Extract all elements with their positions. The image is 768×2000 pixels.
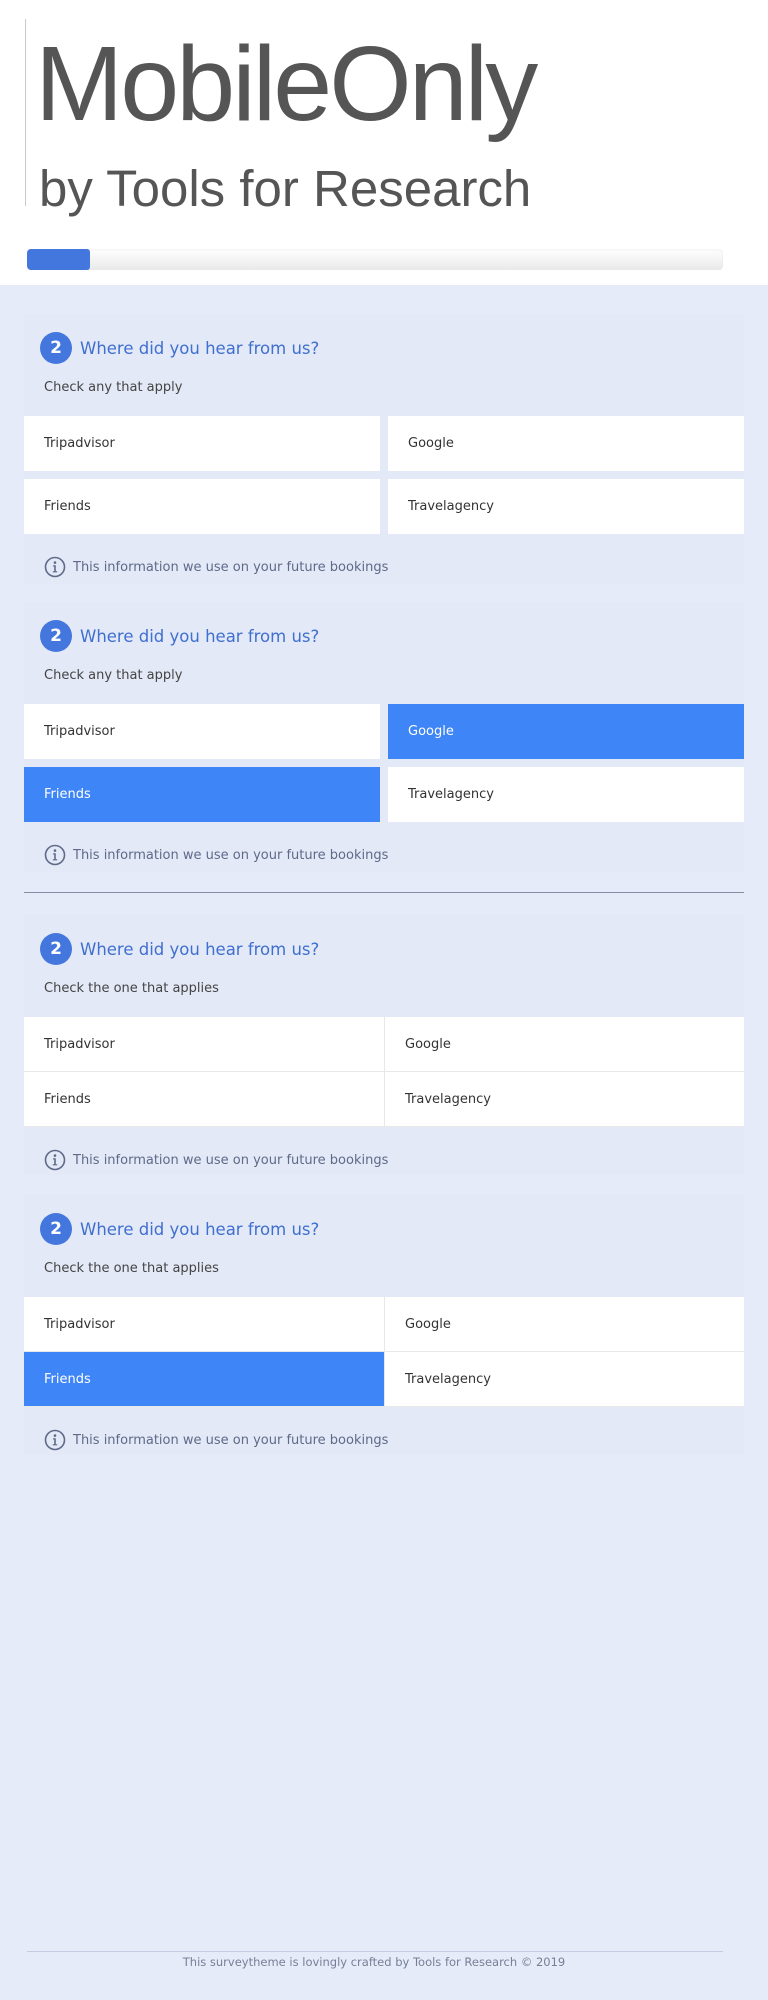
option-tripadvisor[interactable]: Tripadvisor: [24, 704, 380, 759]
info-note: This information we use on your future b…: [24, 842, 744, 868]
brand-logo: MobileOnly by Tools for Research: [25, 19, 538, 214]
question-header: 2 Where did you hear from us?: [24, 618, 744, 654]
question-title: Where did you hear from us?: [80, 338, 320, 358]
option-travelagency[interactable]: Travelagency: [388, 767, 744, 822]
section-divider: [24, 892, 744, 893]
progress-bar: [27, 249, 723, 270]
question-number-badge: 2: [40, 332, 72, 364]
question-header: 2 Where did you hear from us?: [24, 931, 744, 967]
header: MobileOnly by Tools for Research: [0, 0, 768, 285]
question-help-text: Check the one that applies: [44, 981, 219, 996]
brand-title: MobileOnly: [35, 25, 538, 143]
question-block: 2 Where did you hear from us? Check the …: [24, 915, 744, 1175]
checkbox-option-grid: Tripadvisor Google Friends Travelagency: [24, 704, 744, 822]
option-google[interactable]: Google: [384, 1017, 744, 1072]
question-title: Where did you hear from us?: [80, 939, 320, 959]
option-google[interactable]: Google: [384, 1297, 744, 1352]
info-circle-icon: [44, 556, 66, 578]
info-circle-icon: [44, 1149, 66, 1171]
question-block: 2 Where did you hear from us? Check the …: [24, 1195, 744, 1455]
option-tripadvisor[interactable]: Tripadvisor: [24, 1297, 384, 1352]
footer-credit: This surveytheme is lovingly crafted by …: [182, 1955, 566, 1969]
option-tripadvisor[interactable]: Tripadvisor: [24, 416, 380, 471]
question-help-text: Check any that apply: [44, 380, 183, 395]
option-google[interactable]: Google: [388, 704, 744, 759]
progress-bar-fill: [27, 249, 90, 270]
info-note: This information we use on your future b…: [24, 1147, 744, 1173]
question-block: 2 Where did you hear from us? Check any …: [24, 602, 744, 872]
info-note: This information we use on your future b…: [24, 554, 744, 580]
info-circle-icon: [44, 844, 66, 866]
option-travelagency[interactable]: Travelagency: [388, 479, 744, 534]
option-friends[interactable]: Friends: [24, 479, 380, 534]
option-friends[interactable]: Friends: [24, 1072, 384, 1127]
info-text: This information we use on your future b…: [73, 1432, 389, 1448]
info-text: This information we use on your future b…: [73, 1152, 389, 1168]
brand-subtitle: by Tools for Research: [39, 160, 532, 217]
question-number-badge: 2: [40, 620, 72, 652]
option-google[interactable]: Google: [388, 416, 744, 471]
footer-divider: [27, 1951, 723, 1952]
info-text: This information we use on your future b…: [73, 847, 389, 863]
question-title: Where did you hear from us?: [80, 626, 320, 646]
question-number-badge: 2: [40, 1213, 72, 1245]
option-travelagency[interactable]: Travelagency: [384, 1352, 744, 1407]
question-header: 2 Where did you hear from us?: [24, 330, 744, 366]
question-header: 2 Where did you hear from us?: [24, 1211, 744, 1247]
option-friends[interactable]: Friends: [24, 767, 380, 822]
radio-option-grid: Tripadvisor Google Friends Travelagency: [24, 1297, 744, 1407]
question-block: 2 Where did you hear from us? Check any …: [24, 314, 744, 584]
radio-option-grid: Tripadvisor Google Friends Travelagency: [24, 1017, 744, 1127]
option-tripadvisor[interactable]: Tripadvisor: [24, 1017, 384, 1072]
info-circle-icon: [44, 1429, 66, 1451]
info-text: This information we use on your future b…: [73, 559, 389, 575]
question-title: Where did you hear from us?: [80, 1219, 320, 1239]
checkbox-option-grid: Tripadvisor Google Friends Travelagency: [24, 416, 744, 534]
option-travelagency[interactable]: Travelagency: [384, 1072, 744, 1127]
option-friends[interactable]: Friends: [24, 1352, 384, 1407]
question-help-text: Check any that apply: [44, 668, 183, 683]
question-help-text: Check the one that applies: [44, 1261, 219, 1276]
question-number-badge: 2: [40, 933, 72, 965]
info-note: This information we use on your future b…: [24, 1427, 744, 1453]
